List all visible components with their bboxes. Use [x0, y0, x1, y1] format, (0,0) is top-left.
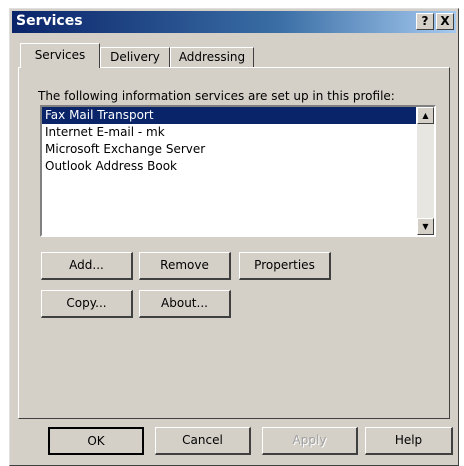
properties-button[interactable]: Properties — [239, 252, 331, 280]
vertical-scrollbar[interactable]: ▲ ▼ — [417, 107, 434, 235]
tab-services[interactable]: Services — [20, 43, 100, 68]
help-button[interactable]: Help — [365, 427, 453, 455]
services-description: The following information services are s… — [38, 89, 395, 103]
add-button[interactable]: Add... — [41, 252, 133, 280]
scroll-up-icon[interactable]: ▲ — [417, 107, 434, 124]
remove-button[interactable]: Remove — [139, 252, 231, 280]
close-icon[interactable]: X — [436, 13, 454, 30]
help-icon[interactable]: ? — [416, 13, 434, 30]
scroll-down-icon[interactable]: ▼ — [417, 218, 434, 235]
list-item[interactable]: Fax Mail Transport — [42, 107, 416, 124]
services-dialog: Services ? X Services Delivery Addressin… — [9, 8, 459, 466]
tab-delivery[interactable]: Delivery — [100, 47, 170, 67]
services-listbox[interactable]: Fax Mail Transport Internet E-mail - mk … — [40, 105, 436, 237]
list-item[interactable]: Outlook Address Book — [42, 158, 416, 175]
cancel-button[interactable]: Cancel — [155, 427, 251, 455]
list-item[interactable]: Microsoft Exchange Server — [42, 141, 416, 158]
ok-button[interactable]: OK — [48, 427, 144, 455]
window-title: Services — [16, 13, 83, 29]
copy-button[interactable]: Copy... — [41, 290, 133, 318]
apply-button[interactable]: Apply — [262, 427, 358, 455]
list-item[interactable]: Internet E-mail - mk — [42, 124, 416, 141]
about-button[interactable]: About... — [139, 290, 231, 318]
title-bar[interactable]: Services ? X — [12, 11, 456, 33]
tab-addressing[interactable]: Addressing — [170, 47, 254, 67]
